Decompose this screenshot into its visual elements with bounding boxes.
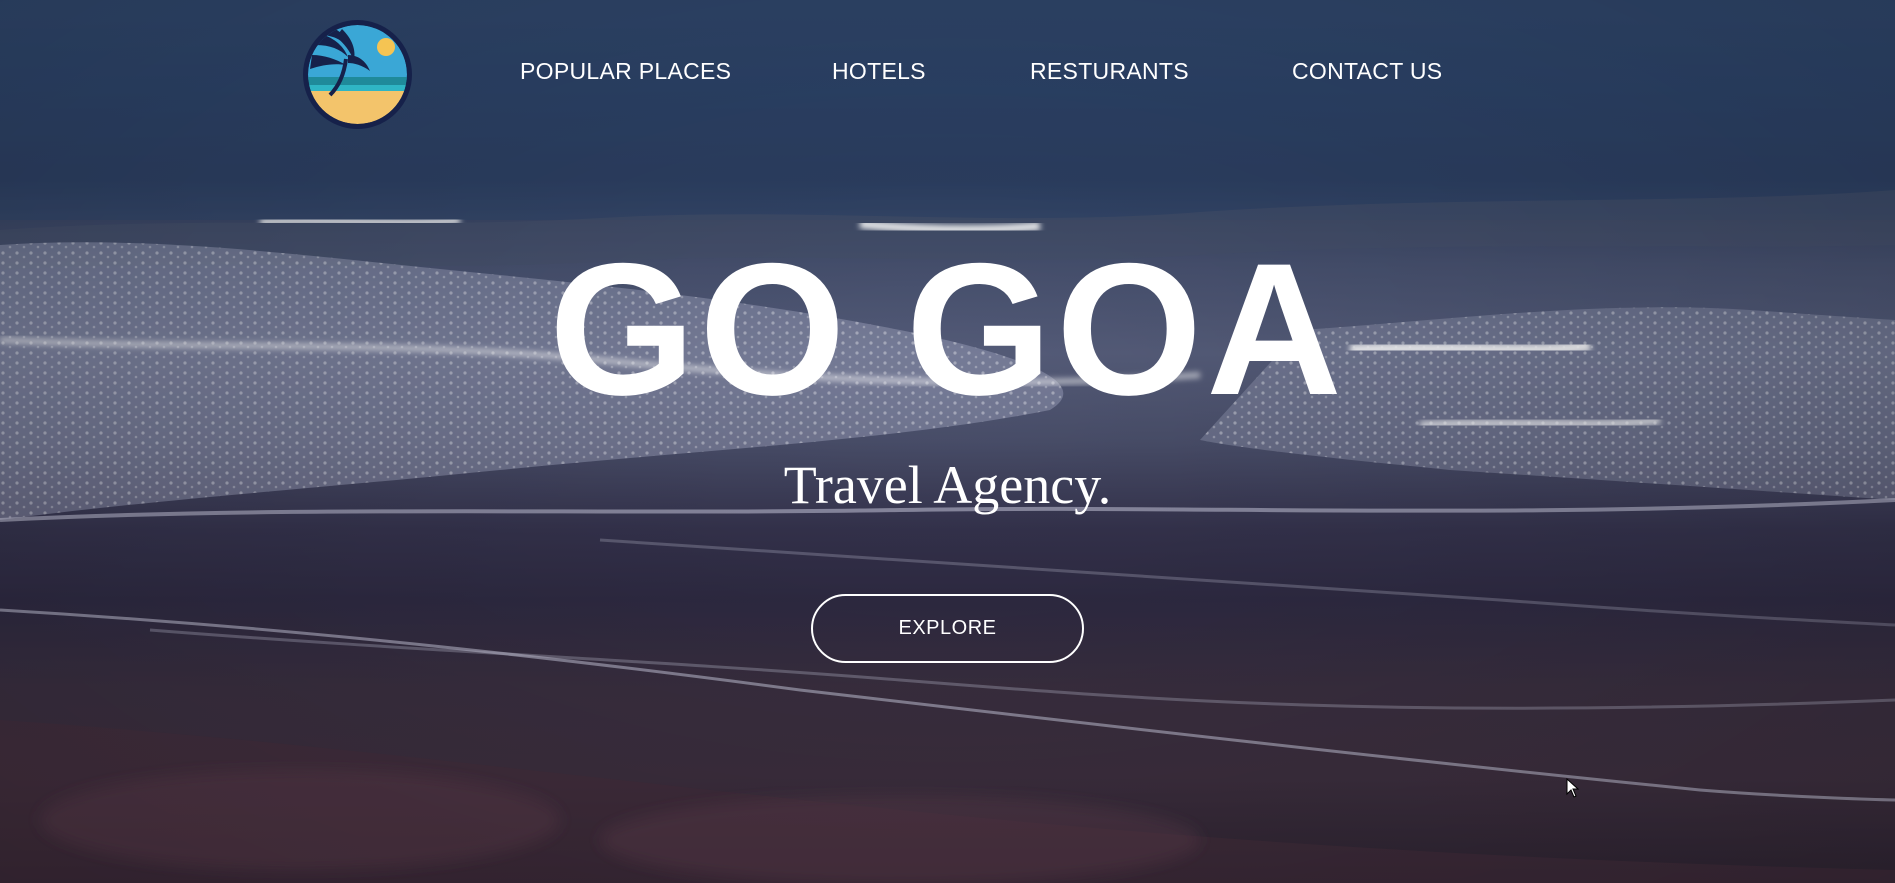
hero-title: GO GOA bbox=[549, 224, 1346, 434]
nav-link-hotels[interactable]: HOTELS bbox=[832, 58, 926, 85]
nav-link-restaurants[interactable]: RESTURANTS bbox=[1030, 58, 1189, 85]
palm-beach-logo-icon bbox=[308, 25, 407, 124]
explore-button[interactable]: EXPLORE bbox=[811, 594, 1084, 663]
site-logo[interactable] bbox=[303, 20, 412, 129]
mouse-cursor-icon bbox=[1566, 778, 1580, 798]
hero-section: POPULAR PLACES HOTELS RESTURANTS CONTACT… bbox=[0, 0, 1895, 883]
background-vignette bbox=[0, 0, 1895, 883]
hero-subtitle: Travel Agency. bbox=[783, 455, 1112, 515]
nav-link-popular-places[interactable]: POPULAR PLACES bbox=[520, 58, 731, 85]
nav-link-contact-us[interactable]: CONTACT US bbox=[1292, 58, 1442, 85]
